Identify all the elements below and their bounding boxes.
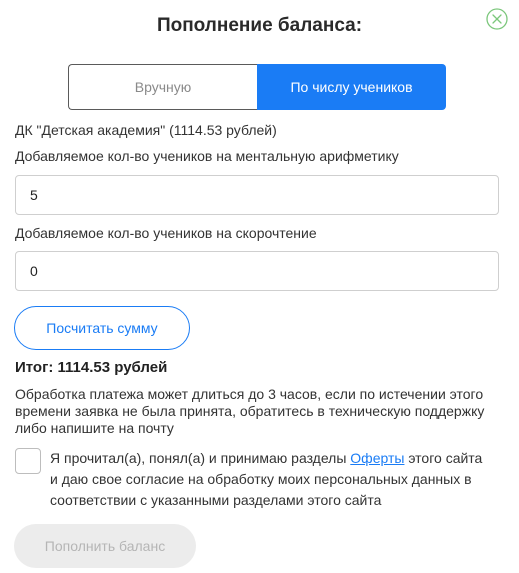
organization-balance: ДК "Детская академия" (1114.53 рублей) bbox=[15, 122, 277, 138]
calculate-sum-button[interactable]: Посчитать сумму bbox=[14, 306, 190, 350]
top-up-button[interactable]: Пополнить баланс bbox=[14, 524, 196, 568]
offer-link[interactable]: Оферты bbox=[350, 450, 404, 466]
agreement-text-before: Я прочитал(а), понял(а) и принимаю разде… bbox=[50, 450, 351, 466]
tab-manual[interactable]: Вручную bbox=[68, 64, 257, 110]
total-amount: Итог: 1114.53 рублей bbox=[15, 359, 168, 376]
close-circle-icon[interactable] bbox=[486, 8, 508, 30]
top-up-modal: Пополнение баланса: Вручную По числу уче… bbox=[0, 0, 519, 573]
tab-by-students[interactable]: По числу учеников bbox=[257, 64, 446, 110]
modal-title: Пополнение баланса: bbox=[156, 15, 363, 36]
agreement-text: Я прочитал(а), понял(а) и принимаю разде… bbox=[50, 448, 490, 511]
mode-tabs: Вручную По числу учеников bbox=[68, 64, 446, 110]
agreement-checkbox[interactable] bbox=[15, 448, 41, 474]
mental-arithmetic-label: Добавляемое кол-во учеников на ментальну… bbox=[15, 148, 399, 164]
processing-notice: Обработка платежа может длиться до 3 час… bbox=[15, 386, 485, 436]
speed-reading-input[interactable] bbox=[15, 251, 499, 291]
speed-reading-label: Добавляемое кол-во учеников на скорочтен… bbox=[15, 225, 317, 241]
mental-arithmetic-input[interactable] bbox=[15, 175, 499, 215]
